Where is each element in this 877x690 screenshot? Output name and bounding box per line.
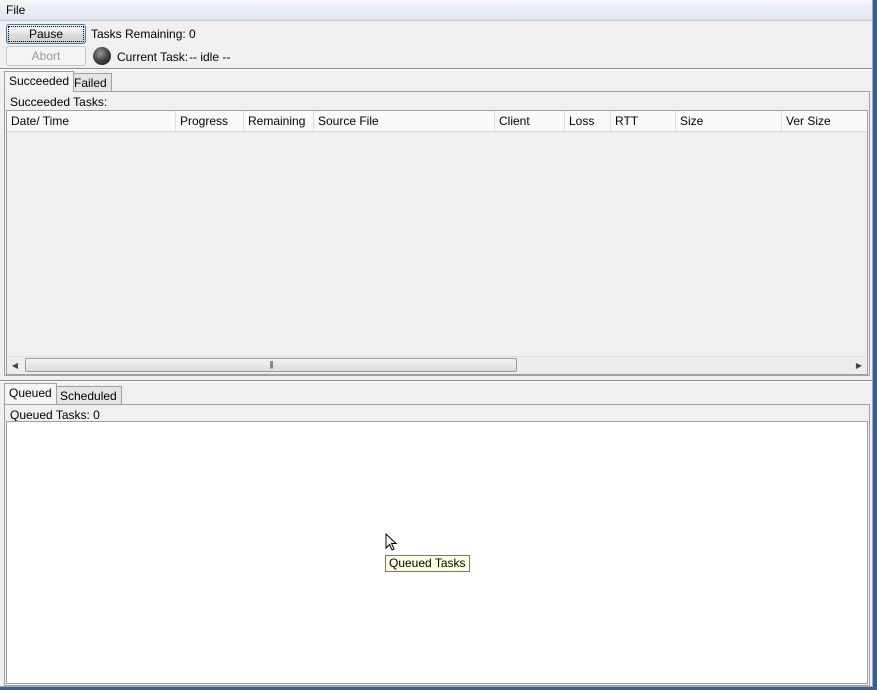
separator [0, 68, 872, 70]
queued-panel: Queued Tasks: 0 [4, 404, 870, 686]
status-ball-icon [93, 47, 111, 65]
chevron-right-icon[interactable]: ▶ [852, 359, 866, 372]
current-task-value: -- idle -- [189, 50, 231, 64]
scrollbar-thumb[interactable]: ||| [25, 358, 517, 372]
tab-scheduled[interactable]: Scheduled [55, 386, 122, 404]
queued-list[interactable] [6, 421, 868, 684]
current-task-label: Current Task: [117, 50, 189, 64]
column-header-progress[interactable]: Progress [176, 111, 244, 131]
tab-queued[interactable]: Queued [4, 383, 57, 404]
splitter[interactable] [0, 380, 872, 382]
tasks-remaining-label: Tasks Remaining: 0 [91, 27, 196, 41]
menubar: File [0, 0, 872, 21]
tooltip: Queued Tasks [385, 555, 470, 572]
grip-icon: ||| [269, 360, 273, 369]
app-window: File Pause Tasks Remaining: 0 Abort Curr… [0, 0, 873, 687]
column-header-size[interactable]: Size [676, 111, 782, 131]
column-header-remaining[interactable]: Remaining [244, 111, 314, 131]
succeeded-panel-title: Succeeded Tasks: [10, 95, 108, 109]
column-header-datetime[interactable]: Date/ Time [7, 111, 176, 131]
tab-succeeded[interactable]: Succeeded [4, 71, 75, 92]
queued-panel-title: Queued Tasks: 0 [10, 408, 100, 422]
column-header-loss[interactable]: Loss [565, 111, 611, 131]
pause-button[interactable]: Pause [6, 24, 86, 44]
table-header: Date/ Time Progress Remaining Source Fil… [7, 111, 867, 132]
column-header-rtt[interactable]: RTT [611, 111, 676, 131]
mouse-pointer-icon [385, 533, 398, 551]
menu-file[interactable]: File [6, 3, 25, 17]
chevron-left-icon[interactable]: ◀ [8, 359, 22, 372]
column-header-client[interactable]: Client [495, 111, 565, 131]
succeeded-panel: Succeeded Tasks: Date/ Time Progress Rem… [4, 91, 870, 376]
column-header-ver-size[interactable]: Ver Size [782, 111, 867, 131]
horizontal-scrollbar[interactable]: ◀ ||| ▶ [7, 356, 867, 374]
column-header-source-file[interactable]: Source File [314, 111, 495, 131]
tab-failed[interactable]: Failed [69, 73, 112, 91]
abort-button[interactable]: Abort [6, 46, 86, 66]
succeeded-table: Date/ Time Progress Remaining Source Fil… [6, 110, 868, 375]
